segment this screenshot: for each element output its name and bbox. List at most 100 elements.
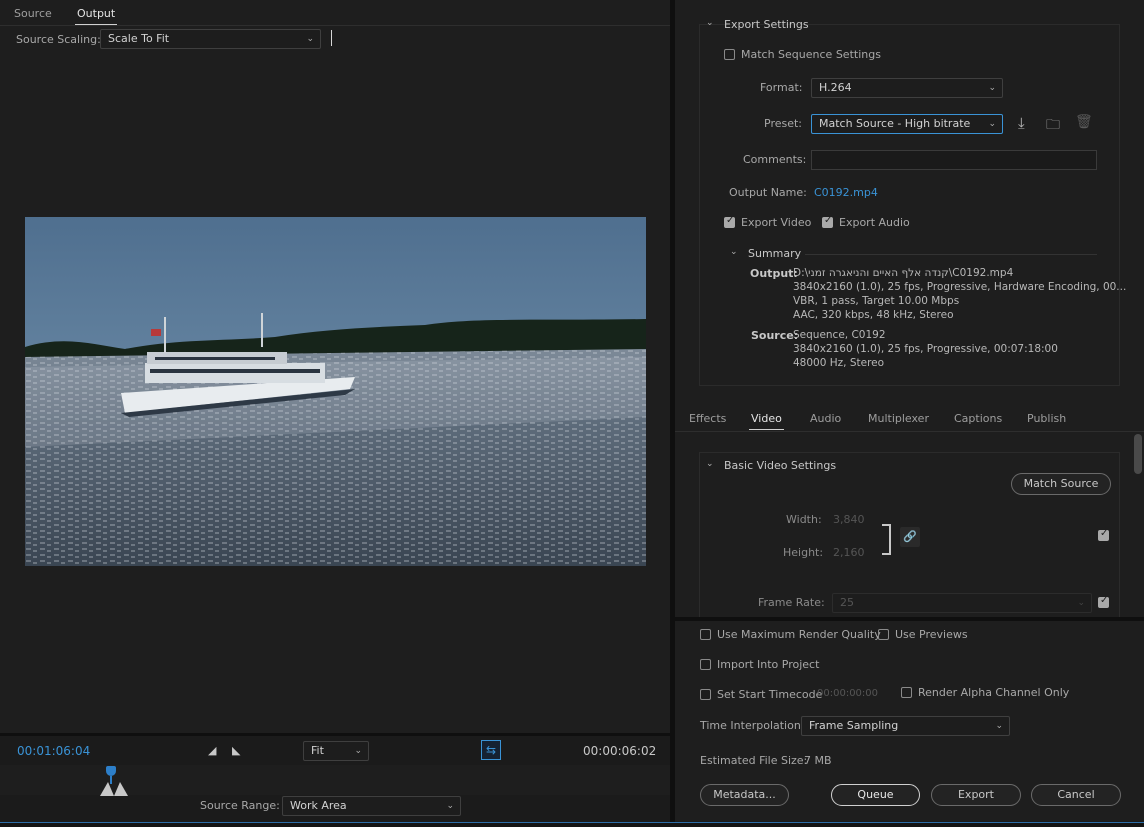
width-value[interactable]: 3,840 [833,513,865,526]
start-timecode-value[interactable]: 00:00:00:00 [817,688,878,699]
current-timecode[interactable]: 00:01:06:04 [17,744,90,758]
tab-publish[interactable]: Publish [1027,412,1066,425]
tab-video[interactable]: Video [749,412,784,430]
summary-output-audio: AAC, 320 kbps, 48 kHz, Stereo [793,309,954,321]
out-point-marker[interactable] [114,782,128,796]
basic-video-collapse-icon[interactable]: ⌄ [706,459,714,469]
frame-rate-dropdown[interactable]: 25 ⌄ [832,593,1092,613]
render-alpha-label: Render Alpha Channel Only [918,686,1070,699]
match-sequence-checkbox[interactable] [724,49,735,60]
estimated-size-label: Estimated File Size: [700,754,808,767]
export-settings-title: Export Settings [724,18,809,31]
zoom-dropdown[interactable]: Fit ⌄ [303,741,369,761]
chevron-down-icon: ⌄ [306,34,314,44]
height-value[interactable]: 2,160 [833,546,865,559]
export-video-checkbox[interactable] [724,215,735,228]
preset-value: Match Source - High bitrate [819,117,971,130]
summary-output-bitrate: VBR, 1 pass, Target 10.00 Mbps [793,295,960,307]
tab-source[interactable]: Source [14,7,52,20]
settings-scrollbar[interactable] [1134,434,1142,474]
zoom-value: Fit [311,744,324,757]
export-audio-checkbox[interactable] [822,215,833,228]
source-range-value: Work Area [290,799,347,812]
time-interpolation-value: Frame Sampling [809,719,899,732]
source-scaling-value: Scale To Fit [108,32,170,45]
chevron-down-icon: ⌄ [1077,598,1085,608]
text-cursor [331,30,332,46]
summary-output-label: Output: [750,267,798,280]
start-timecode-label: Set Start Timecode [717,688,823,701]
summary-divider [805,254,1097,255]
frame-rate-override-checkbox[interactable] [1098,595,1109,608]
preset-dropdown[interactable]: Match Source - High bitrate ⌄ [811,114,1003,134]
import-into-project-checkbox[interactable] [700,659,711,670]
queue-button[interactable]: Queue [831,784,920,806]
tab-effects[interactable]: Effects [689,412,726,425]
tab-divider [0,25,670,26]
summary-source-audio: 48000 Hz, Stereo [793,357,885,369]
export-video-label: Export Video [741,216,812,229]
duration-timecode: 00:00:06:02 [583,744,657,758]
playback-divider [0,733,670,736]
prev-frame-icon[interactable]: ◢ [208,744,216,757]
in-point-marker[interactable] [100,782,114,796]
playhead[interactable] [106,766,116,776]
next-frame-icon[interactable]: ◣ [232,744,240,757]
time-interpolation-label: Time Interpolation: [700,719,805,732]
chevron-down-icon: ⌄ [354,746,362,756]
link-dimensions-icon[interactable]: 🔗 [900,527,920,547]
chevron-down-icon: ⌄ [446,801,454,811]
format-label: Format: [760,81,803,94]
render-alpha-checkbox[interactable] [901,687,912,698]
summary-source-video: 3840x2160 (1.0), 25 fps, Progressive, 00… [793,343,1058,355]
collapse-icon[interactable]: ⌄ [706,18,714,28]
chevron-down-icon: ⌄ [988,119,996,129]
source-scaling-dropdown[interactable]: Scale To Fit ⌄ [100,29,321,49]
delete-preset-icon[interactable]: 🗑 [1075,114,1093,130]
summary-source-label: Source: [751,329,799,342]
summary-output-video: 3840x2160 (1.0), 25 fps, Progressive, Ha… [793,281,1127,293]
match-sequence-label: Match Sequence Settings [741,48,881,61]
frame-rate-label: Frame Rate: [758,596,825,609]
source-range-dropdown[interactable]: Work Area ⌄ [282,796,461,816]
window-bottom-border [0,822,1144,827]
use-previews-label: Use Previews [895,628,968,641]
cancel-button[interactable]: Cancel [1031,784,1121,806]
format-value: H.264 [819,81,852,94]
use-previews-checkbox[interactable] [878,629,889,640]
export-audio-label: Export Audio [839,216,910,229]
basic-video-title: Basic Video Settings [724,459,837,472]
aspect-toggle-icon[interactable]: ⇆ [481,740,501,760]
width-height-override-checkbox[interactable] [1098,528,1109,541]
format-dropdown[interactable]: H.264 ⌄ [811,78,1003,98]
summary-title: Summary [748,247,802,260]
metadata-button[interactable]: Metadata... [700,784,789,806]
chevron-down-icon: ⌄ [995,721,1003,731]
time-interpolation-dropdown[interactable]: Frame Sampling ⌄ [801,716,1010,736]
summary-source-seq: Sequence, C0192 [793,329,886,341]
tab-output[interactable]: Output [74,7,118,25]
height-label: Height: [783,546,824,559]
max-render-quality-label: Use Maximum Render Quality [717,628,881,641]
dimension-bracket [882,524,891,555]
export-button[interactable]: Export [931,784,1021,806]
comments-label: Comments: [743,153,807,166]
video-frame-image [25,217,646,566]
video-preview [25,217,646,566]
tab-audio[interactable]: Audio [810,412,841,425]
summary-collapse-icon[interactable]: ⌄ [730,247,738,257]
start-timecode-checkbox[interactable] [700,689,711,700]
width-label: Width: [786,513,822,526]
source-scaling-label: Source Scaling: [16,33,101,46]
save-preset-icon[interactable]: ⤓ [1018,114,1025,132]
tab-multiplexer[interactable]: Multiplexer [868,412,929,425]
chevron-down-icon: ⌄ [988,83,996,93]
max-render-quality-checkbox[interactable] [700,629,711,640]
tab-captions[interactable]: Captions [954,412,1002,425]
preset-label: Preset: [764,117,803,130]
source-range-label: Source Range: [200,799,280,812]
output-name-link[interactable]: C0192.mp4 [814,186,878,199]
comments-input[interactable] [811,150,1097,170]
import-preset-icon[interactable]: 🗀 [1046,114,1060,138]
match-source-button[interactable]: Match Source [1011,473,1111,495]
